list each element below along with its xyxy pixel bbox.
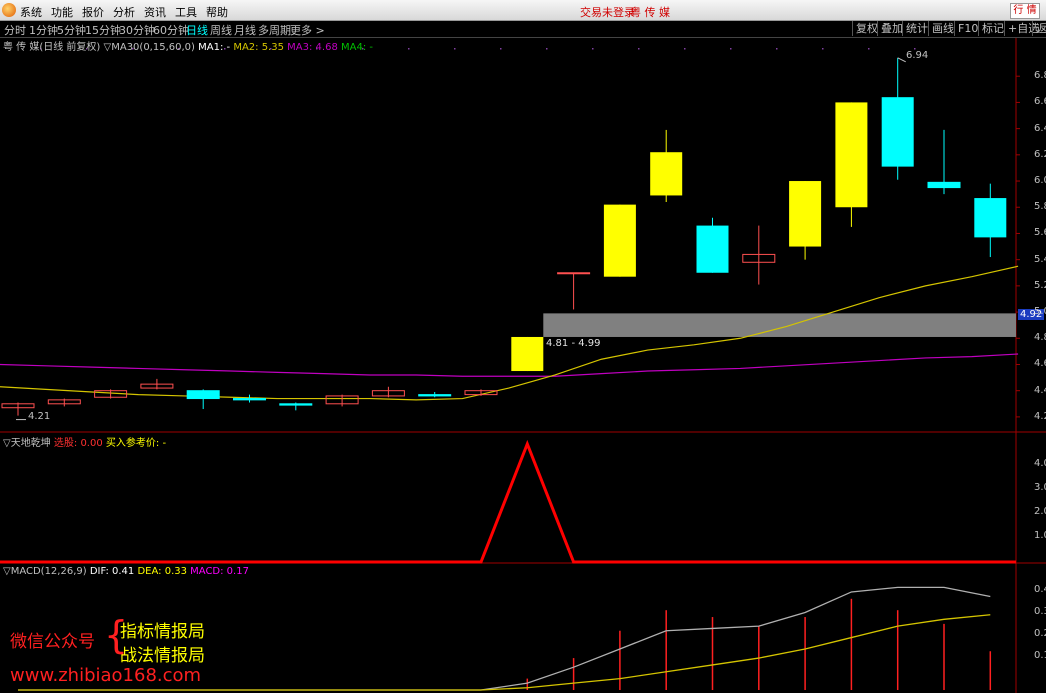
price-axis-label: 4.8 [1034, 332, 1046, 344]
macd-indicator-name[interactable]: ▽MACD(12,26,9) [3, 566, 87, 577]
ma3-line [0, 353, 1019, 377]
ma2-value: MA2: 5.35 [233, 42, 284, 53]
candle-body [789, 181, 822, 247]
candle-body [835, 102, 868, 208]
support-zone [543, 313, 1016, 337]
price-axis-label: 4.6 [1034, 358, 1046, 370]
candle-body [233, 398, 266, 401]
indicator-name[interactable]: ▽MA30(0,15,60,0) [104, 42, 195, 53]
main-panel-header: 粤 传 媒(日线 前复权) ▽MA30(0,15,60,0) MA1: - MA… [3, 38, 373, 53]
grid-dot [592, 48, 594, 50]
sub-axis-label: 2.0 [1034, 506, 1046, 517]
price-axis-label: 5.2 [1034, 279, 1046, 291]
high-pointer [897, 57, 906, 63]
high-price-marker: 6.94 [906, 50, 929, 61]
signal-line [0, 439, 1016, 564]
grid-dot [546, 48, 548, 50]
price-axis-label: 6.4 [1034, 122, 1046, 134]
watermark-wechat: 微信公众号 [10, 632, 95, 652]
candle-body [650, 152, 683, 196]
price-axis-label: 5.8 [1034, 201, 1046, 213]
watermark-name-1: 指标情报局 [120, 622, 205, 642]
grid-dot [684, 48, 686, 50]
candle-body [279, 403, 313, 406]
grid-dot [868, 48, 870, 50]
price-axis-label: 6.6 [1034, 96, 1046, 108]
macd-axis-label: 0.2 [1034, 628, 1046, 639]
macd-axis-label: 0.4 [1034, 584, 1046, 595]
dif-value: DIF: 0.41 [89, 566, 135, 577]
candle-body [927, 181, 961, 189]
price-axis-label: 4.4 [1034, 384, 1046, 396]
dea-value: DEA: 0.33 [137, 566, 187, 577]
candle-body [603, 204, 636, 277]
ma3-value: MA3: 4.68 [287, 42, 338, 53]
candle-body [696, 225, 729, 273]
macd-value: MACD: 0.17 [190, 566, 249, 577]
candle-body [974, 198, 1007, 238]
sub-panel-header: ▽天地乾坤 选股: 0.00 买入参考价: - [3, 434, 166, 449]
watermark-url: www.zhibiao168.com [10, 665, 202, 686]
ma1-value: MA1: - [198, 42, 231, 53]
low-price-marker: 4.21 [28, 411, 51, 422]
price-axis-label: 6.8 [1034, 70, 1046, 82]
price-axis-label: 5.4 [1034, 253, 1046, 265]
price-axis-label: 6.2 [1034, 148, 1046, 160]
candle-body [881, 97, 914, 167]
price-axis-label: 5.6 [1034, 227, 1046, 239]
grid-dot [776, 48, 778, 50]
chart-title: 粤 传 媒(日线 前复权) [3, 42, 101, 53]
macd-axis-label: 0.3 [1034, 606, 1046, 617]
candle-body [418, 394, 452, 397]
price-axis-label: 5.0 [1034, 306, 1046, 318]
grid-dot [500, 48, 502, 50]
select-value: 选股: 0.00 [53, 438, 103, 449]
watermark-name-2: 战法情报局 [120, 646, 205, 666]
grid-dot [454, 48, 456, 50]
grid-dot [730, 48, 732, 50]
macd-panel-header: ▽MACD(12,26,9) DIF: 0.41 DEA: 0.33 MACD:… [3, 566, 249, 577]
candle-body [557, 272, 591, 275]
macd-axis-label: 0.1 [1034, 650, 1046, 661]
candle-body [511, 336, 544, 372]
grid-dot [638, 48, 640, 50]
ma4-value: MA4: - [341, 42, 373, 53]
stock-chart[interactable] [0, 0, 1046, 693]
sub-indicator-name[interactable]: ▽天地乾坤 [3, 438, 51, 449]
sub-axis-label: 4.0 [1034, 458, 1046, 469]
grid-dot [822, 48, 824, 50]
grid-dot [408, 48, 410, 50]
sub-axis-label: 3.0 [1034, 482, 1046, 493]
price-axis-label: 6.0 [1034, 175, 1046, 187]
candle-body [186, 390, 220, 400]
buy-ref-price: 买入参考价: - [105, 438, 167, 449]
zone-range-label: 4.81 - 4.99 [546, 338, 601, 349]
price-axis-label: 4.2 [1034, 410, 1046, 422]
sub-axis-label: 1.0 [1034, 530, 1046, 541]
